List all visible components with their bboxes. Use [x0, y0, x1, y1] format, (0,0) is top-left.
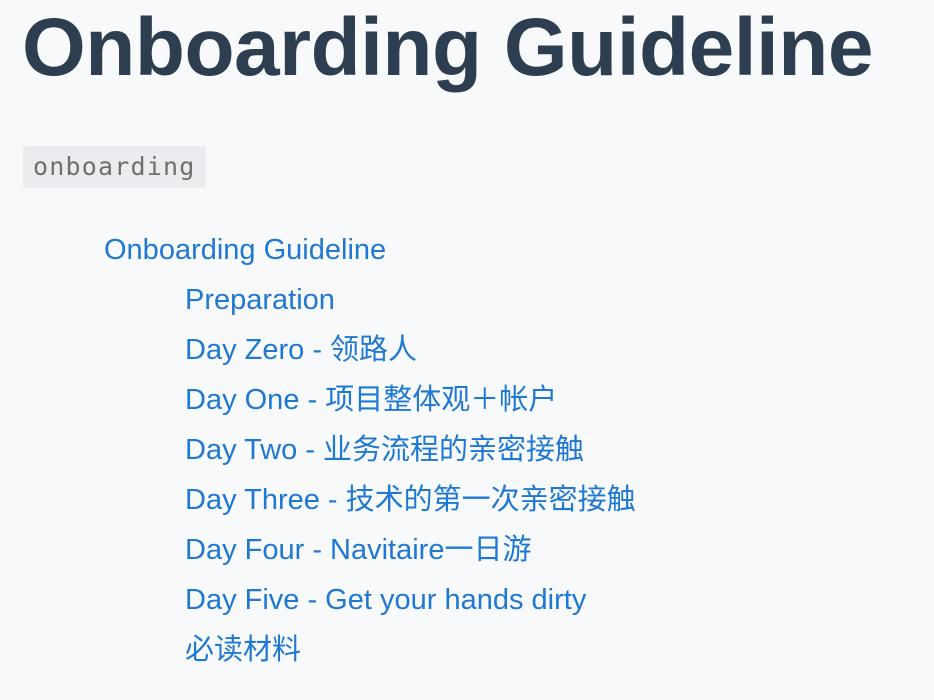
toc-link-day-one[interactable]: Day One - 项目整体观＋帐户	[185, 375, 557, 425]
tag-badge: onboarding	[23, 146, 206, 188]
toc-link-required-reading[interactable]: 必读材料	[185, 625, 301, 675]
toc-link-onboarding-guideline[interactable]: Onboarding Guideline	[104, 225, 386, 275]
toc-link-day-zero[interactable]: Day Zero - 领路人	[185, 325, 417, 375]
toc-link-day-four[interactable]: Day Four - Navitaire一日游	[185, 525, 531, 575]
toc-link-day-five[interactable]: Day Five - Get your hands dirty	[185, 575, 586, 625]
toc-link-day-two[interactable]: Day Two - 业务流程的亲密接触	[185, 425, 584, 475]
toc-link-preparation[interactable]: Preparation	[185, 275, 335, 325]
toc-link-day-three[interactable]: Day Three - 技术的第一次亲密接触	[185, 475, 636, 525]
document-page: Onboarding Guideline onboarding Onboardi…	[0, 0, 934, 700]
page-title: Onboarding Guideline	[22, 2, 874, 93]
